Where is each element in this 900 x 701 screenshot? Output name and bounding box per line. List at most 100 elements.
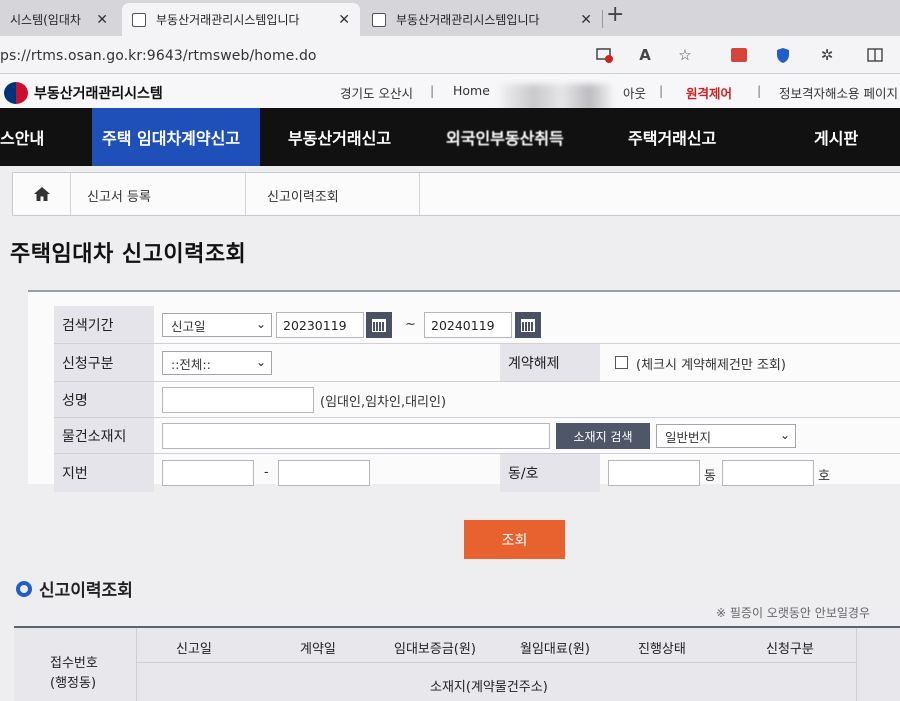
results-section-title: 신고이력조회 — [16, 576, 133, 601]
lot-type-value: 일반번지 — [665, 429, 712, 445]
nav-item-guide[interactable]: 스안내 — [0, 108, 44, 166]
name-label: 성명 — [54, 382, 154, 417]
breadcrumb-divider — [419, 173, 420, 215]
jibun-label: 지번 — [54, 454, 154, 492]
nav-item-house-trade[interactable]: 주택거래신고 — [628, 108, 716, 166]
dong-input[interactable] — [608, 460, 700, 486]
page-favicon-icon — [132, 12, 146, 27]
close-tab-icon[interactable]: ✕ — [96, 12, 108, 28]
page-favicon-icon — [372, 12, 386, 27]
header-divider — [136, 662, 856, 663]
cancel-only-checkbox[interactable] — [615, 356, 628, 369]
divider: | — [659, 83, 664, 98]
breadcrumb-item-register[interactable]: 신고서 등록 — [87, 186, 151, 205]
apply-type-value: ::전체:: — [171, 356, 211, 372]
search-form: 검색기간 신고일 ⌄ 20230119 ~ 20240119 신청구분 ::전체… — [54, 306, 900, 494]
browser-tab-1[interactable]: 시스템(임대차 ✕ — [0, 3, 118, 36]
header-divider — [856, 628, 857, 701]
browser-tab-3[interactable]: 부동산거래관리시스템입니다 ✕ — [362, 3, 602, 36]
browser-tab-2-active[interactable]: 부동산거래관리시스템입니다 ✕ — [122, 3, 360, 36]
date-from-input[interactable]: 20230119 — [276, 312, 364, 338]
jibun-main-input[interactable] — [162, 460, 254, 486]
chevron-down-icon: ⌄ — [779, 428, 790, 442]
tab-divider — [602, 10, 603, 28]
nav-item-real-estate-report[interactable]: 부동산거래신고 — [288, 108, 391, 166]
period-type-value: 신고일 — [171, 318, 206, 334]
col-address: 소재지(계약물건주소) — [430, 680, 548, 695]
home-icon[interactable] — [13, 173, 71, 215]
period-type-select[interactable]: 신고일 ⌄ — [162, 313, 272, 337]
form-row-period: 검색기간 신고일 ⌄ 20230119 ~ 20240119 — [54, 306, 900, 344]
address-bar: ps://rtms.osan.go.kr:9643/rtmsweb/home.d… — [0, 36, 900, 74]
new-tab-icon[interactable]: + — [606, 2, 624, 27]
divider: | — [430, 83, 435, 98]
results-title-text: 신고이력조회 — [39, 581, 133, 601]
receipt-note: ※ 필증이 오랫동안 안보일경우 — [716, 606, 870, 620]
address-label: 물건소재지 — [54, 418, 154, 453]
dongho-label: 동/호 — [500, 454, 600, 492]
tab-label: 시스템(임대차 — [10, 13, 81, 27]
address-input[interactable] — [162, 423, 550, 449]
apply-type-select[interactable]: ::전체:: ⌄ — [162, 351, 272, 375]
breadcrumb-item-history[interactable]: 신고이력조회 — [267, 186, 339, 205]
col-apply-type: 신청구분 — [766, 642, 814, 657]
search-button[interactable]: 조회 — [464, 520, 565, 559]
divider: | — [757, 83, 762, 98]
region-label: 경기도 오산시 — [340, 86, 413, 101]
main-nav: 스안내 주택 임대차계약신고 부동산거래신고 외국인부동산취득 주택거래신고 게… — [0, 108, 900, 166]
app-block-icon[interactable] — [594, 44, 616, 66]
url-field[interactable]: ps://rtms.osan.go.kr:9643/rtmsweb/home.d… — [0, 48, 317, 64]
date-to-input[interactable]: 20240119 — [424, 312, 512, 338]
site-logo[interactable]: 부동산거래관리시스템 — [4, 82, 163, 104]
cancel-hint: (체크시 계약해제건만 조회) — [636, 358, 786, 373]
calendar-icon[interactable] — [515, 312, 541, 338]
chevron-down-icon: ⌄ — [255, 355, 266, 369]
home-link[interactable]: Home — [453, 83, 490, 98]
ho-input[interactable] — [722, 460, 814, 486]
col-admin-dong: (행정동) — [50, 676, 97, 691]
address-search-button[interactable]: 소재지 검색 — [556, 423, 650, 449]
government-emblem-icon — [4, 82, 28, 104]
date-range-tilde: ~ — [405, 317, 416, 332]
calendar-icon[interactable] — [366, 312, 392, 338]
form-row-jibun: 지번 - 동/호 동 호 — [54, 454, 900, 492]
close-tab-icon[interactable]: ✕ — [338, 12, 350, 28]
form-row-name: 성명 (임대인,임차인,대리인) — [54, 382, 900, 418]
nav-item-foreigner[interactable]: 외국인부동산취득 — [446, 108, 576, 166]
breadcrumb: 신고서 등록 신고이력조회 — [12, 172, 900, 216]
lot-type-select[interactable]: 일반번지 ⌄ — [656, 424, 796, 448]
info-page-link[interactable]: 정보격자해소용 페이지 — [779, 83, 898, 102]
col-monthly-rent: 월임대료(원) — [520, 642, 590, 657]
breadcrumb-divider — [245, 173, 246, 215]
form-row-apply-type: 신청구분 ::전체:: ⌄ 계약해제 (체크시 계약해제건만 조회) — [54, 344, 900, 382]
tab-label: 부동산거래관리시스템입니다 — [156, 13, 300, 27]
puzzle-icon[interactable]: ✲ — [816, 44, 838, 66]
cancel-label: 계약해제 — [500, 344, 600, 381]
remote-control-link[interactable]: 원격제어 — [686, 83, 732, 102]
name-input[interactable] — [162, 387, 314, 413]
name-hint: (임대인,임차인,대리인) — [320, 395, 447, 410]
nav-item-board[interactable]: 게시판 — [814, 108, 858, 166]
close-tab-icon[interactable]: ✕ — [580, 12, 592, 28]
jibun-sub-input[interactable] — [278, 460, 370, 486]
nav-item-lease-report[interactable]: 주택 임대차계약신고 — [92, 108, 260, 166]
extension-red-icon[interactable] — [728, 44, 750, 66]
dong-unit: 동 — [704, 469, 716, 484]
favorite-star-icon[interactable]: ☆ — [674, 44, 696, 66]
bullet-circle-icon — [16, 580, 32, 597]
chevron-down-icon: ⌄ — [255, 317, 266, 331]
shield-icon[interactable] — [772, 44, 794, 66]
browser-tab-strip: 시스템(임대차 ✕ 부동산거래관리시스템입니다 ✕ 부동산거래관리시스템입니다 … — [0, 0, 900, 36]
logo-text: 부동산거래관리시스템 — [34, 86, 163, 102]
form-row-address: 물건소재지 소재지 검색 일반번지 ⌄ — [54, 418, 900, 454]
logout-link[interactable]: 아웃 — [623, 83, 646, 102]
col-status: 진행상태 — [638, 642, 686, 657]
read-aloud-icon[interactable]: A — [634, 44, 656, 66]
split-screen-icon[interactable] — [864, 44, 886, 66]
results-table-header: 접수번호 (행정동) 신고일 계약일 임대보증금(원) 월임대료(원) 진행상태… — [14, 626, 900, 701]
page-title: 주택임대차 신고이력조회 — [10, 242, 247, 267]
col-report-date: 신고일 — [176, 642, 212, 657]
site-header: 부동산거래관리시스템 경기도 오산시 | Home 아웃 | 원격제어 | 정보… — [0, 74, 900, 108]
col-deposit: 임대보증금(원) — [394, 642, 476, 657]
col-contract-date: 계약일 — [300, 642, 336, 657]
